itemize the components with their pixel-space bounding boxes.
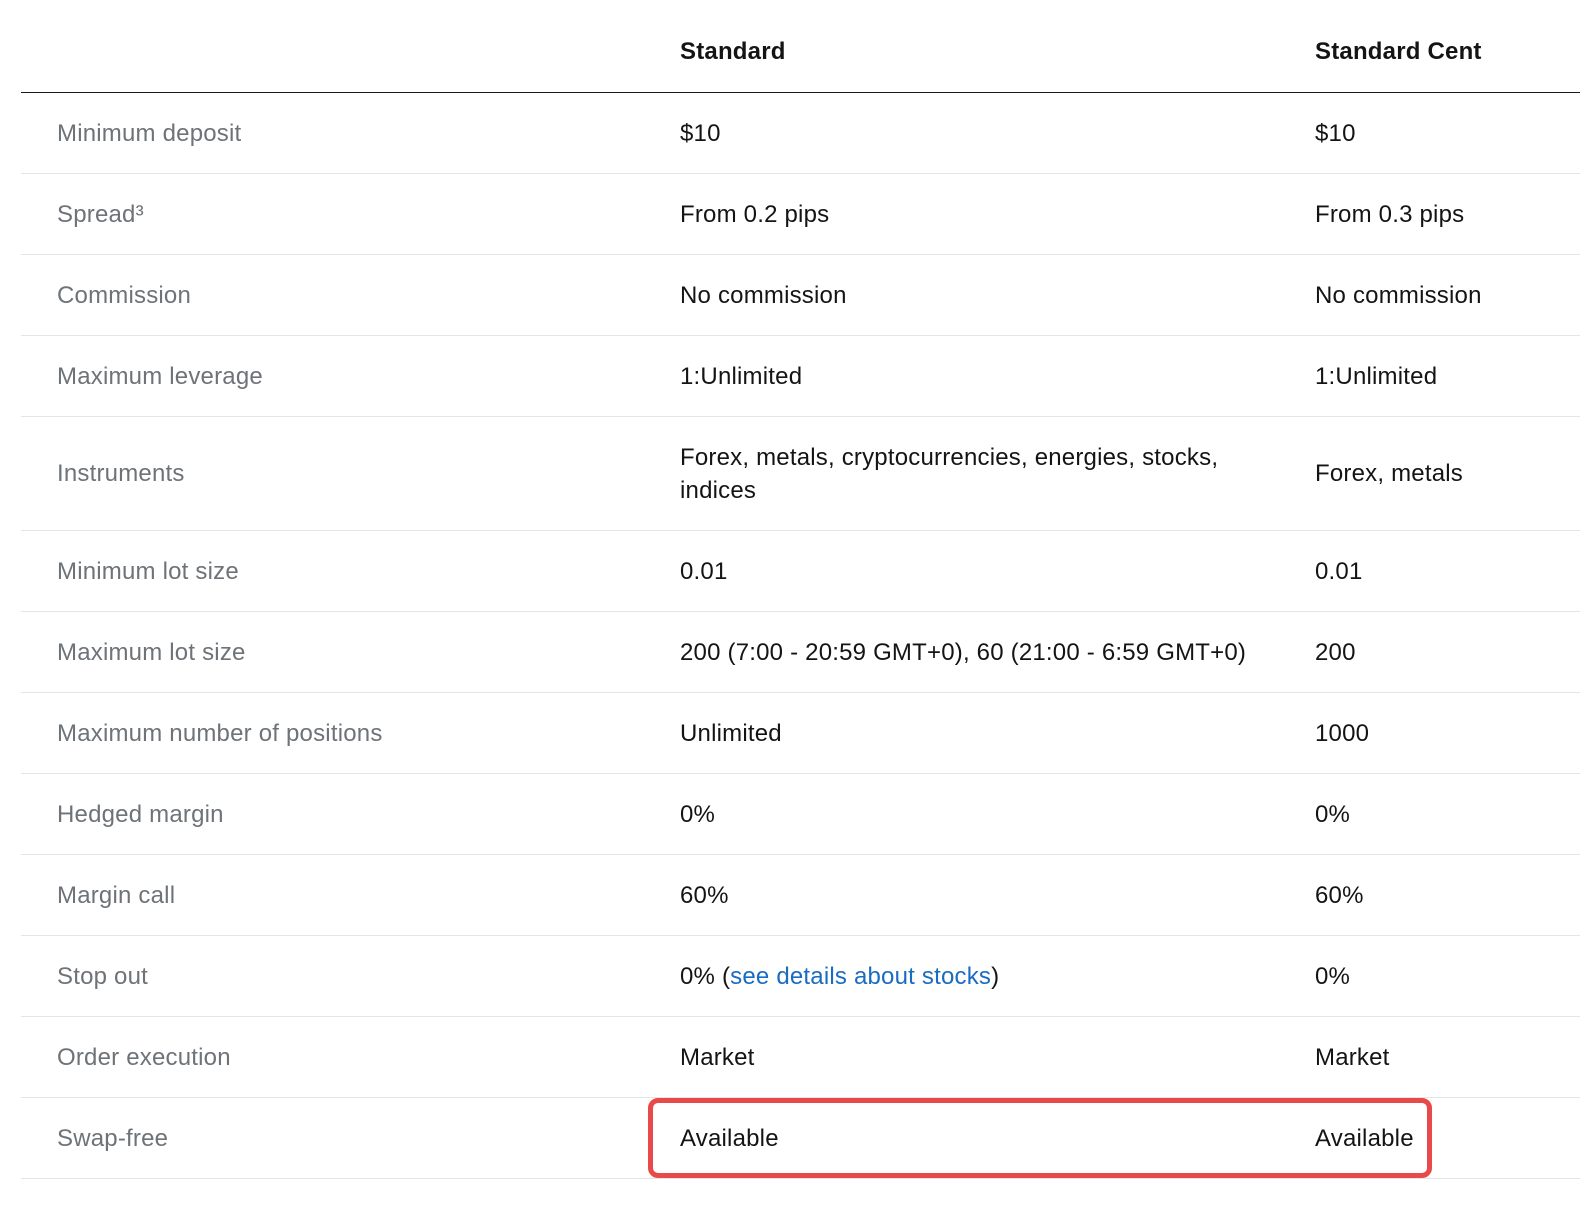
standard-value-line-1: Forex, metals, cryptocurrencies, energie…	[680, 443, 1219, 471]
standard-value: From 0.2 pips	[680, 200, 830, 228]
table-row-hedged-margin: Hedged margin 0% 0%	[21, 774, 1580, 855]
standard-cent-value: Forex, metals	[1315, 460, 1463, 487]
standard-cent-value: 60%	[1315, 881, 1364, 909]
table-row-maximum-lot-size: Maximum lot size 200 (7:00 - 20:59 GMT+0…	[21, 612, 1580, 693]
row-label: Stop out	[57, 962, 149, 990]
table-row-instruments: Instruments Forex, metals, cryptocurrenc…	[21, 417, 1580, 531]
row-label: Hedged margin	[57, 800, 224, 828]
table-row-margin-call: Margin call 60% 60%	[21, 855, 1580, 936]
stop-out-suffix: )	[991, 962, 1000, 990]
row-label: Commission	[57, 281, 192, 309]
table-row-order-execution: Order execution Market Market	[21, 1017, 1580, 1098]
standard-cent-value: 1:Unlimited	[1315, 362, 1438, 390]
standard-value-line-2: indices	[680, 476, 757, 504]
standard-value: 0%	[680, 800, 716, 828]
row-label: Maximum leverage	[57, 362, 263, 390]
standard-value: No commission	[680, 281, 847, 309]
account-comparison-table: Standard Standard Cent Minimum deposit $…	[21, 0, 1580, 1179]
stop-out-prefix: 0% (	[680, 962, 731, 990]
standard-value: $10	[680, 119, 721, 147]
header-empty-cell	[57, 0, 637, 92]
standard-cent-value: 0%	[1315, 800, 1351, 828]
standard-cent-value: 200	[1315, 638, 1356, 666]
standard-value: 200 (7:00 - 20:59 GMT+0), 60 (21:00 - 6:…	[680, 638, 1247, 666]
row-label: Maximum lot size	[57, 638, 246, 666]
row-label: Swap-free	[57, 1124, 169, 1152]
row-label: Instruments	[57, 460, 185, 487]
standard-cent-value: Available	[1315, 1124, 1414, 1152]
standard-value: Market	[680, 1043, 755, 1071]
standard-cent-value: No commission	[1315, 281, 1482, 309]
standard-value: Available	[680, 1124, 779, 1152]
header-standard-cent: Standard Cent	[1315, 37, 1482, 65]
standard-cent-value: $10	[1315, 119, 1356, 147]
table-row-minimum-lot-size: Minimum lot size 0.01 0.01	[21, 531, 1580, 612]
row-label: Minimum deposit	[57, 119, 242, 147]
standard-value: 0% (see details about stocks)	[680, 936, 1270, 1016]
standard-value: Unlimited	[680, 719, 782, 747]
standard-cent-value: 0.01	[1315, 557, 1363, 585]
standard-value: Forex, metals, cryptocurrencies, energie…	[680, 417, 1270, 530]
header-standard: Standard	[680, 37, 786, 65]
table-row-swap-free: Swap-free Available Available	[21, 1098, 1580, 1179]
row-label: Maximum number of positions	[57, 719, 383, 747]
row-label: Order execution	[57, 1043, 231, 1071]
table-row-stop-out: Stop out 0% (see details about stocks) 0…	[21, 936, 1580, 1017]
standard-cent-value: 0%	[1315, 962, 1351, 990]
standard-value: 60%	[680, 881, 729, 909]
standard-cent-value: Market	[1315, 1043, 1390, 1071]
table-row-minimum-deposit: Minimum deposit $10 $10	[21, 93, 1580, 174]
standard-value: 0.01	[680, 557, 728, 585]
table-header-row: Standard Standard Cent	[21, 0, 1580, 93]
standard-cent-value: 1000	[1315, 719, 1370, 747]
table-row-spread: Spread³ From 0.2 pips From 0.3 pips	[21, 174, 1580, 255]
table-row-maximum-leverage: Maximum leverage 1:Unlimited 1:Unlimited	[21, 336, 1580, 417]
standard-value: 1:Unlimited	[680, 362, 803, 390]
table-row-maximum-positions: Maximum number of positions Unlimited 10…	[21, 693, 1580, 774]
standard-cent-value: From 0.3 pips	[1315, 200, 1465, 228]
row-label: Spread³	[57, 200, 144, 228]
table-row-commission: Commission No commission No commission	[21, 255, 1580, 336]
row-label: Margin call	[57, 881, 176, 909]
see-details-about-stocks-link[interactable]: see details about stocks	[730, 960, 991, 993]
row-label: Minimum lot size	[57, 557, 239, 585]
